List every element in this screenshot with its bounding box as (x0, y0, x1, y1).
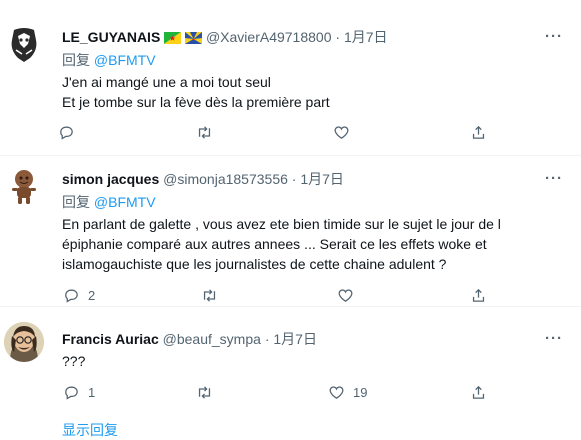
reply-button[interactable]: 2 (63, 287, 95, 304)
like-icon (334, 126, 349, 139)
tweet-date[interactable]: 1月7日 (273, 331, 317, 347)
reply-count: 1 (88, 385, 96, 400)
user-handle[interactable]: @XavierA49718800 (206, 29, 332, 45)
separator-dot: · (291, 171, 297, 187)
tweet-header: LE_GUYANAIS @XavierA49718800 · 1月7日 (62, 28, 388, 46)
separator-dot: · (335, 29, 341, 45)
share-button[interactable] (470, 124, 487, 141)
retweet-button[interactable] (196, 124, 213, 141)
reply-mention-link[interactable]: @BFMTV (94, 52, 156, 68)
avatar[interactable] (4, 166, 44, 206)
tweet-text: ??? (62, 351, 577, 371)
tweet-text: En parlant de galette , vous avez ete bi… (62, 214, 577, 274)
more-icon[interactable]: ··· (545, 170, 563, 187)
like-count: 19 (353, 385, 368, 400)
more-icon[interactable]: ··· (545, 330, 563, 347)
reply-prefix: 回复 (62, 52, 90, 68)
avatar[interactable] (4, 322, 44, 362)
display-name[interactable]: LE_GUYANAIS (62, 29, 160, 45)
avatar-image (4, 166, 44, 206)
tweet-text-line: ??? (62, 353, 86, 369)
guyane-flag-icon (164, 32, 182, 44)
reply-button[interactable] (58, 124, 83, 141)
retweet-icon (198, 126, 211, 139)
reply-context: 回复 @BFMTV (62, 193, 156, 211)
share-button[interactable] (470, 287, 487, 304)
tweet-text-line: J'en ai mangé une a moi tout seul (62, 74, 271, 90)
tweet-text-line: Et je tombe sur la fève dès la première … (62, 94, 330, 110)
reply-icon (65, 289, 78, 303)
reply-icon (60, 126, 73, 140)
show-replies-link[interactable]: 显示回复 (62, 420, 118, 440)
share-icon (472, 125, 485, 139)
like-button[interactable] (333, 124, 358, 141)
retweet-icon (198, 386, 211, 399)
avatar-image (4, 24, 44, 64)
reply-count: 2 (88, 288, 96, 303)
avatar[interactable] (4, 24, 44, 64)
like-button[interactable]: 19 (328, 384, 367, 401)
user-handle[interactable]: @simonja18573556 (163, 171, 288, 187)
retweet-icon (203, 289, 216, 302)
display-name[interactable]: Francis Auriac (62, 331, 159, 347)
tweet-3[interactable]: Francis Auriac @beauf_sympa · 1月7日 ··· ?… (0, 307, 581, 432)
user-handle[interactable]: @beauf_sympa (163, 331, 261, 347)
tweet-text-line: épiphanie comparé aux autres annees ... … (62, 236, 487, 252)
reunion-flag-icon (185, 32, 203, 44)
reply-button[interactable]: 1 (63, 384, 95, 401)
tweet-text-line: En parlant de galette , vous avez ete bi… (62, 216, 501, 232)
tweet-header: simon jacques @simonja18573556 · 1月7日 (62, 170, 344, 188)
reply-mention-link[interactable]: @BFMTV (94, 194, 156, 210)
tweet-date[interactable]: 1月7日 (300, 171, 344, 187)
reply-context: 回复 @BFMTV (62, 51, 156, 69)
like-icon (338, 289, 353, 302)
like-button[interactable] (337, 287, 362, 304)
share-icon (472, 385, 485, 399)
tweet-1[interactable]: LE_GUYANAIS @XavierA49718800 · 1月7日 ··· … (0, 0, 581, 155)
tweet-text: J'en ai mangé une a moi tout seul Et je … (62, 72, 577, 112)
tweet-date[interactable]: 1月7日 (344, 29, 388, 45)
reply-icon (65, 386, 78, 400)
tweet-header: Francis Auriac @beauf_sympa · 1月7日 (62, 330, 317, 348)
like-icon (329, 386, 344, 399)
retweet-button[interactable] (201, 287, 218, 304)
tweet-2[interactable]: simon jacques @simonja18573556 · 1月7日 ··… (0, 156, 581, 306)
reply-prefix: 回复 (62, 194, 90, 210)
action-bar: 2 (58, 287, 498, 307)
retweet-button[interactable] (196, 384, 213, 401)
share-button[interactable] (470, 384, 487, 401)
share-icon (472, 288, 485, 302)
separator-dot: · (264, 331, 270, 347)
display-name[interactable]: simon jacques (62, 171, 159, 187)
more-icon[interactable]: ··· (545, 28, 563, 45)
action-bar: 1 19 (58, 384, 498, 404)
tweet-text-line: islamogauchiste que les journalistes de … (62, 256, 447, 272)
avatar-image (4, 322, 44, 362)
action-bar (58, 124, 498, 144)
